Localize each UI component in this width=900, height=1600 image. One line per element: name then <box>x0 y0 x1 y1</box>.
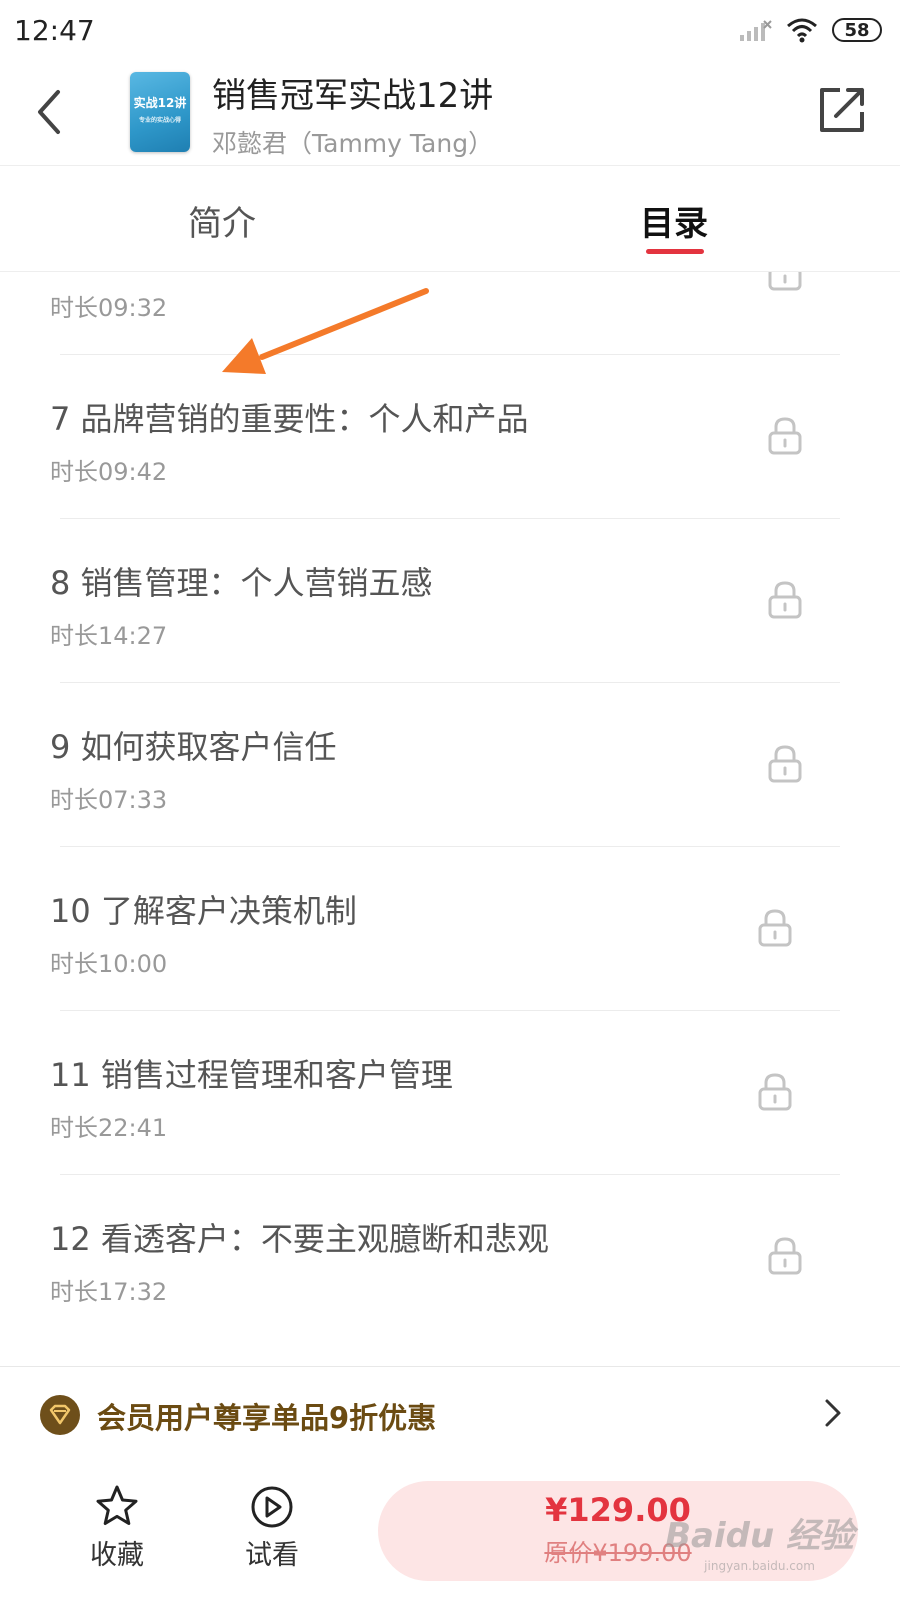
lesson-duration: 时长17:32 <box>50 1278 168 1306</box>
member-promo-banner[interactable]: 会员用户尊享单品9折优惠 <box>0 1366 900 1462</box>
trial-label: 试看 <box>245 1540 299 1571</box>
lesson-title: 11 销售过程管理和客户管理 <box>50 1056 453 1094</box>
course-author: 邓懿君（Tammy Tang） <box>212 129 494 158</box>
lesson-title: 10 了解客户决策机制 <box>50 892 357 930</box>
promo-text: 会员用户尊享单品9折优惠 <box>97 1401 437 1435</box>
status-time: 12:47 <box>14 14 95 47</box>
course-title: 销售冠军实战12讲 <box>212 76 494 116</box>
lock-icon <box>768 272 802 291</box>
diamond-icon <box>40 1395 80 1435</box>
lesson-duration: 时长09:42 <box>50 458 168 486</box>
course-cover: 实战12讲 专业的实战心得 <box>130 72 190 152</box>
battery-level: 58 <box>844 19 870 41</box>
cover-title: 实战12讲 <box>133 96 187 110</box>
watermark-url: jingyan.baidu.com <box>704 1559 815 1573</box>
course-header: 实战12讲 专业的实战心得 销售冠军实战12讲 邓懿君（Tammy Tang） <box>0 60 900 166</box>
play-circle-icon <box>251 1486 293 1528</box>
share-icon[interactable] <box>816 84 868 136</box>
lock-icon <box>768 745 802 783</box>
status-icons: 58 <box>738 14 882 46</box>
active-tab-indicator <box>646 249 704 254</box>
status-bar: 12:47 58 <box>0 0 900 60</box>
wifi-icon <box>787 18 817 43</box>
favorite-button[interactable]: 收藏 <box>72 1483 162 1583</box>
lesson-duration: 时长14:27 <box>50 622 168 650</box>
lesson-list[interactable]: 时长09:32 7 品牌营销的重要性：个人和产品 时长09:42 8 销售管理：… <box>0 272 900 1366</box>
lock-icon <box>758 1073 792 1111</box>
trial-button[interactable]: 试看 <box>227 1483 317 1583</box>
lesson-duration: 时长22:41 <box>50 1114 168 1142</box>
list-item[interactable]: 12 看透客户：不要主观臆断和悲观 时长17:32 <box>0 1174 900 1339</box>
tab-intro[interactable]: 简介 <box>188 196 256 245</box>
lock-icon <box>768 1237 802 1275</box>
signal-icon <box>740 20 772 41</box>
list-item[interactable]: 9 如何获取客户信任 时长07:33 <box>0 682 900 847</box>
tab-bar: 简介 目录 <box>0 166 900 272</box>
favorite-label: 收藏 <box>90 1540 144 1571</box>
back-icon[interactable] <box>28 82 76 142</box>
tab-catalog[interactable]: 目录 <box>640 196 708 245</box>
lesson-duration: 时长09:32 <box>50 294 168 322</box>
watermark-logo: Baidu 经验 <box>665 1516 854 1556</box>
chevron-right-icon <box>825 1399 841 1427</box>
battery-indicator: 58 <box>832 18 882 42</box>
lock-icon <box>768 581 802 619</box>
list-item[interactable]: 时长09:32 <box>0 272 900 355</box>
lesson-title: 9 如何获取客户信任 <box>50 728 337 766</box>
lock-icon <box>758 909 792 947</box>
lesson-duration: 时长07:33 <box>50 786 168 814</box>
lesson-title: 12 看透客户：不要主观臆断和悲观 <box>50 1220 549 1258</box>
star-icon <box>96 1485 138 1525</box>
list-item[interactable]: 7 品牌营销的重要性：个人和产品 时长09:42 <box>0 354 900 519</box>
list-item[interactable]: 10 了解客户决策机制 时长10:00 <box>0 846 900 1011</box>
list-item[interactable]: 8 销售管理：个人营销五感 时长14:27 <box>0 518 900 683</box>
lesson-title: 7 品牌营销的重要性：个人和产品 <box>50 400 529 438</box>
list-item[interactable]: 11 销售过程管理和客户管理 时长22:41 <box>0 1010 900 1175</box>
cover-subtitle: 专业的实战心得 <box>138 117 181 124</box>
lesson-duration: 时长10:00 <box>50 950 168 978</box>
watermark: Baidu 经验 jingyan.baidu.com <box>665 1508 854 1573</box>
lesson-title: 8 销售管理：个人营销五感 <box>50 564 433 602</box>
lock-icon <box>768 417 802 455</box>
